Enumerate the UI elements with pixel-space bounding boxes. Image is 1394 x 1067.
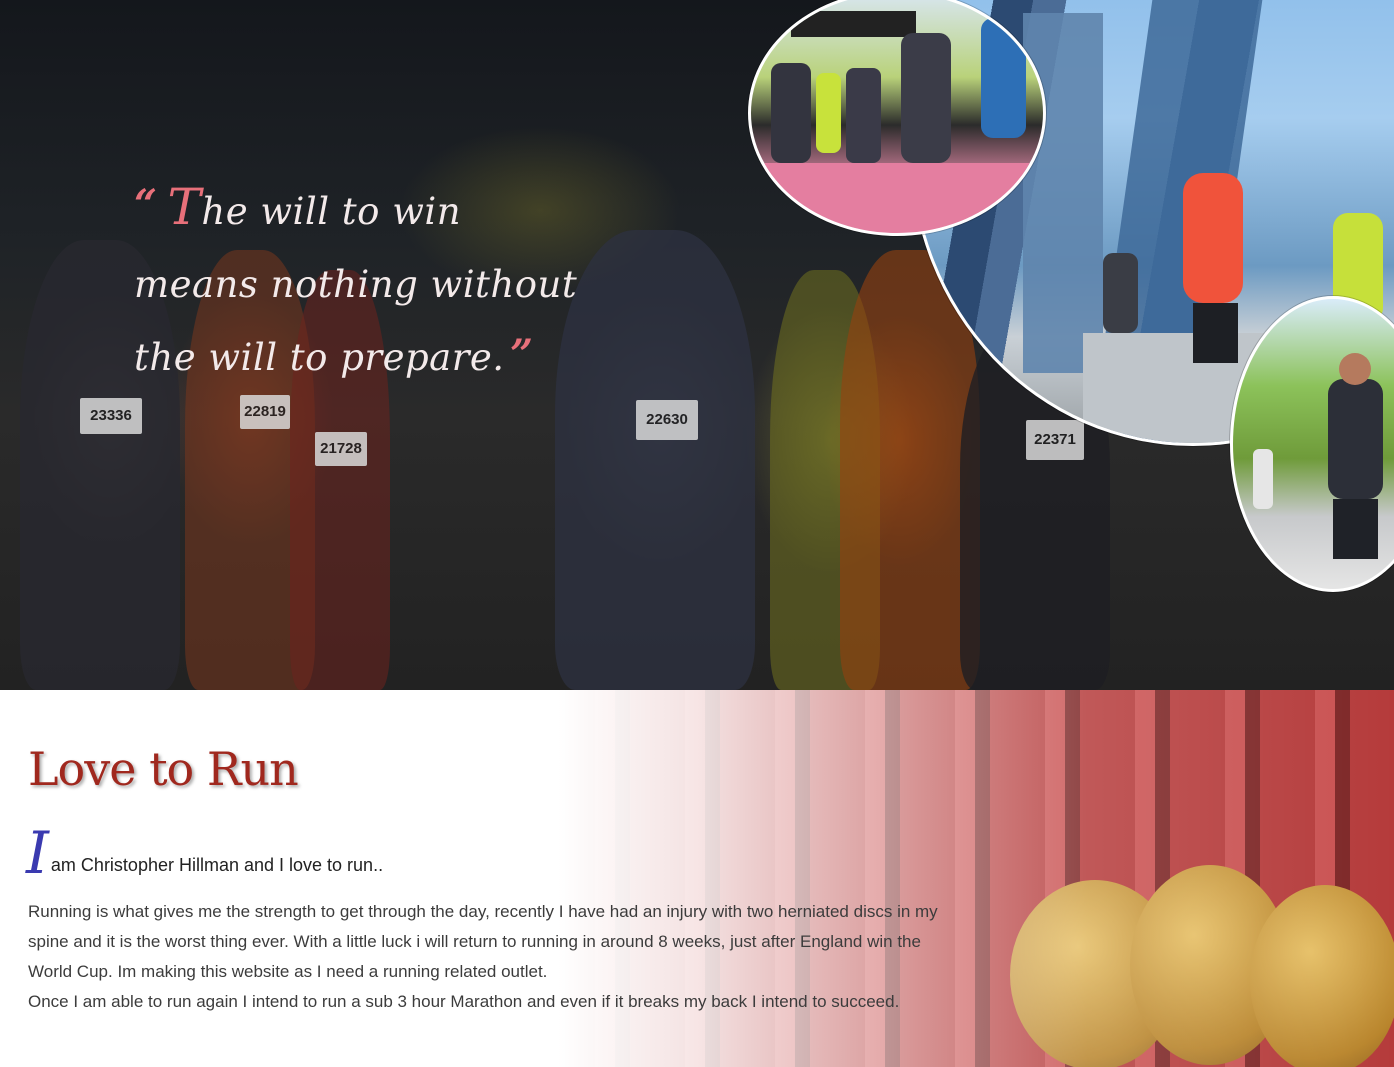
marathon-finish-line-photo (748, 0, 1046, 236)
about-paragraph: Running is what gives me the strength to… (28, 902, 938, 981)
hero-banner: 23336 22819 21728 22630 22371 “The will … (0, 0, 1394, 690)
about-paragraph: Once I am able to run again I intend to … (28, 992, 900, 1011)
quote-initial-letter: T (167, 178, 202, 236)
race-bib: 21728 (315, 432, 367, 466)
quote-line-1: “The will to win (134, 168, 604, 248)
race-bib: 22630 (636, 400, 698, 440)
open-quote-mark: “ (134, 181, 158, 228)
quote-line-2: means nothing without (134, 263, 578, 306)
race-bib: 22819 (240, 395, 290, 429)
intro-line: I am Christopher Hillman and I love to r… (26, 824, 383, 882)
close-quote-mark: ” (510, 331, 534, 378)
race-bib: 23336 (80, 398, 142, 434)
section-title: Love to Run (28, 742, 299, 796)
intro-dropcap: I (26, 819, 49, 887)
race-bib: 22371 (1026, 420, 1084, 460)
about-body: Running is what gives me the strength to… (28, 897, 958, 1017)
quote-text: he will to win (201, 190, 462, 233)
park-runner-illustration (1253, 353, 1383, 559)
finish-line-illustration (751, 11, 1043, 233)
hero-quote: “The will to win means nothing without t… (134, 168, 604, 394)
intro-text: am Christopher Hillman and I love to run… (50, 855, 384, 875)
